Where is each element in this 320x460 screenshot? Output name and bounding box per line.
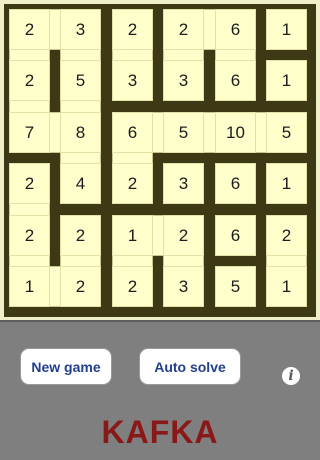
board-cell[interactable]: 10 [215,112,256,153]
board-cell[interactable]: 3 [60,9,101,50]
board-cell[interactable]: 1 [266,60,307,101]
board-cell[interactable]: 6 [215,9,256,50]
cell-link-vertical [9,50,50,60]
cell-link-vertical [266,256,307,266]
board-cell[interactable]: 2 [112,163,153,204]
board-cell[interactable]: 2 [163,9,204,50]
board-cell[interactable]: 7 [9,112,50,153]
cell-link-vertical [112,153,153,163]
board-cell[interactable]: 6 [215,215,256,256]
cell-link-vertical [112,256,153,266]
board-cell[interactable]: 2 [112,9,153,50]
board-cell[interactable]: 2 [163,215,204,256]
puzzle-board: 2 3 2 2 6 1 2 5 3 3 6 1 7 8 6 5 10 5 2 4 2 3 6 1 2 2 1 2 6 2 1 2 2 3 5 1 [4,4,316,317]
cell-link-vertical [163,256,204,266]
board-cell[interactable]: 2 [9,60,50,101]
board-cell[interactable]: 2 [112,266,153,307]
cell-link-vertical [9,204,50,215]
board-cell[interactable]: 4 [60,163,101,204]
cell-link-vertical [60,50,101,60]
cell-link-vertical [215,50,256,60]
board-cell[interactable]: 1 [266,163,307,204]
board-cell[interactable]: 3 [112,60,153,101]
board-cell[interactable]: 5 [215,266,256,307]
cell-link-vertical [112,50,153,60]
board-cell[interactable]: 5 [266,112,307,153]
cell-link-vertical [163,50,204,60]
board-cell[interactable]: 1 [266,266,307,307]
board-cell[interactable]: 1 [9,266,50,307]
board-cell[interactable]: 2 [60,266,101,307]
board-cell[interactable]: 5 [60,60,101,101]
board-cell[interactable]: 2 [9,215,50,256]
cell-link-vertical [60,153,101,163]
new-game-button[interactable]: New game [20,348,112,385]
board-cell[interactable]: 5 [163,112,204,153]
board-cell[interactable]: 6 [215,163,256,204]
app-title: KAFKA [101,414,219,450]
board-cell[interactable]: 2 [9,163,50,204]
board-cell[interactable]: 8 [60,112,101,153]
cell-link-horizontal [256,112,266,153]
cell-link-horizontal [204,9,215,50]
cell-link-vertical [9,256,50,266]
board-cell[interactable]: 6 [215,60,256,101]
cell-link-horizontal [153,112,163,153]
cell-link-horizontal [50,9,60,50]
divider [0,320,320,322]
auto-solve-button[interactable]: Auto solve [139,348,241,385]
board-cell[interactable]: 2 [60,215,101,256]
cell-link-horizontal [50,112,60,153]
cell-link-vertical [9,101,50,112]
board-cell[interactable]: 3 [163,163,204,204]
board-frame: 2 3 2 2 6 1 2 5 3 3 6 1 7 8 6 5 10 5 2 4 2 3 6 1 2 2 1 2 6 2 1 2 2 3 5 1 [0,0,320,320]
info-icon[interactable]: i [282,367,300,385]
board-cell[interactable]: 1 [266,9,307,50]
board-cell[interactable]: 3 [163,60,204,101]
board-cell[interactable]: 1 [112,215,153,256]
cell-link-vertical [60,101,101,112]
board-cell[interactable]: 2 [266,215,307,256]
board-cell[interactable]: 2 [9,9,50,50]
cell-link-vertical [60,256,101,266]
cell-link-horizontal [204,112,215,153]
cell-link-horizontal [153,215,163,256]
board-cell[interactable]: 3 [163,266,204,307]
board-cell[interactable]: 6 [112,112,153,153]
cell-link-horizontal [50,266,60,307]
